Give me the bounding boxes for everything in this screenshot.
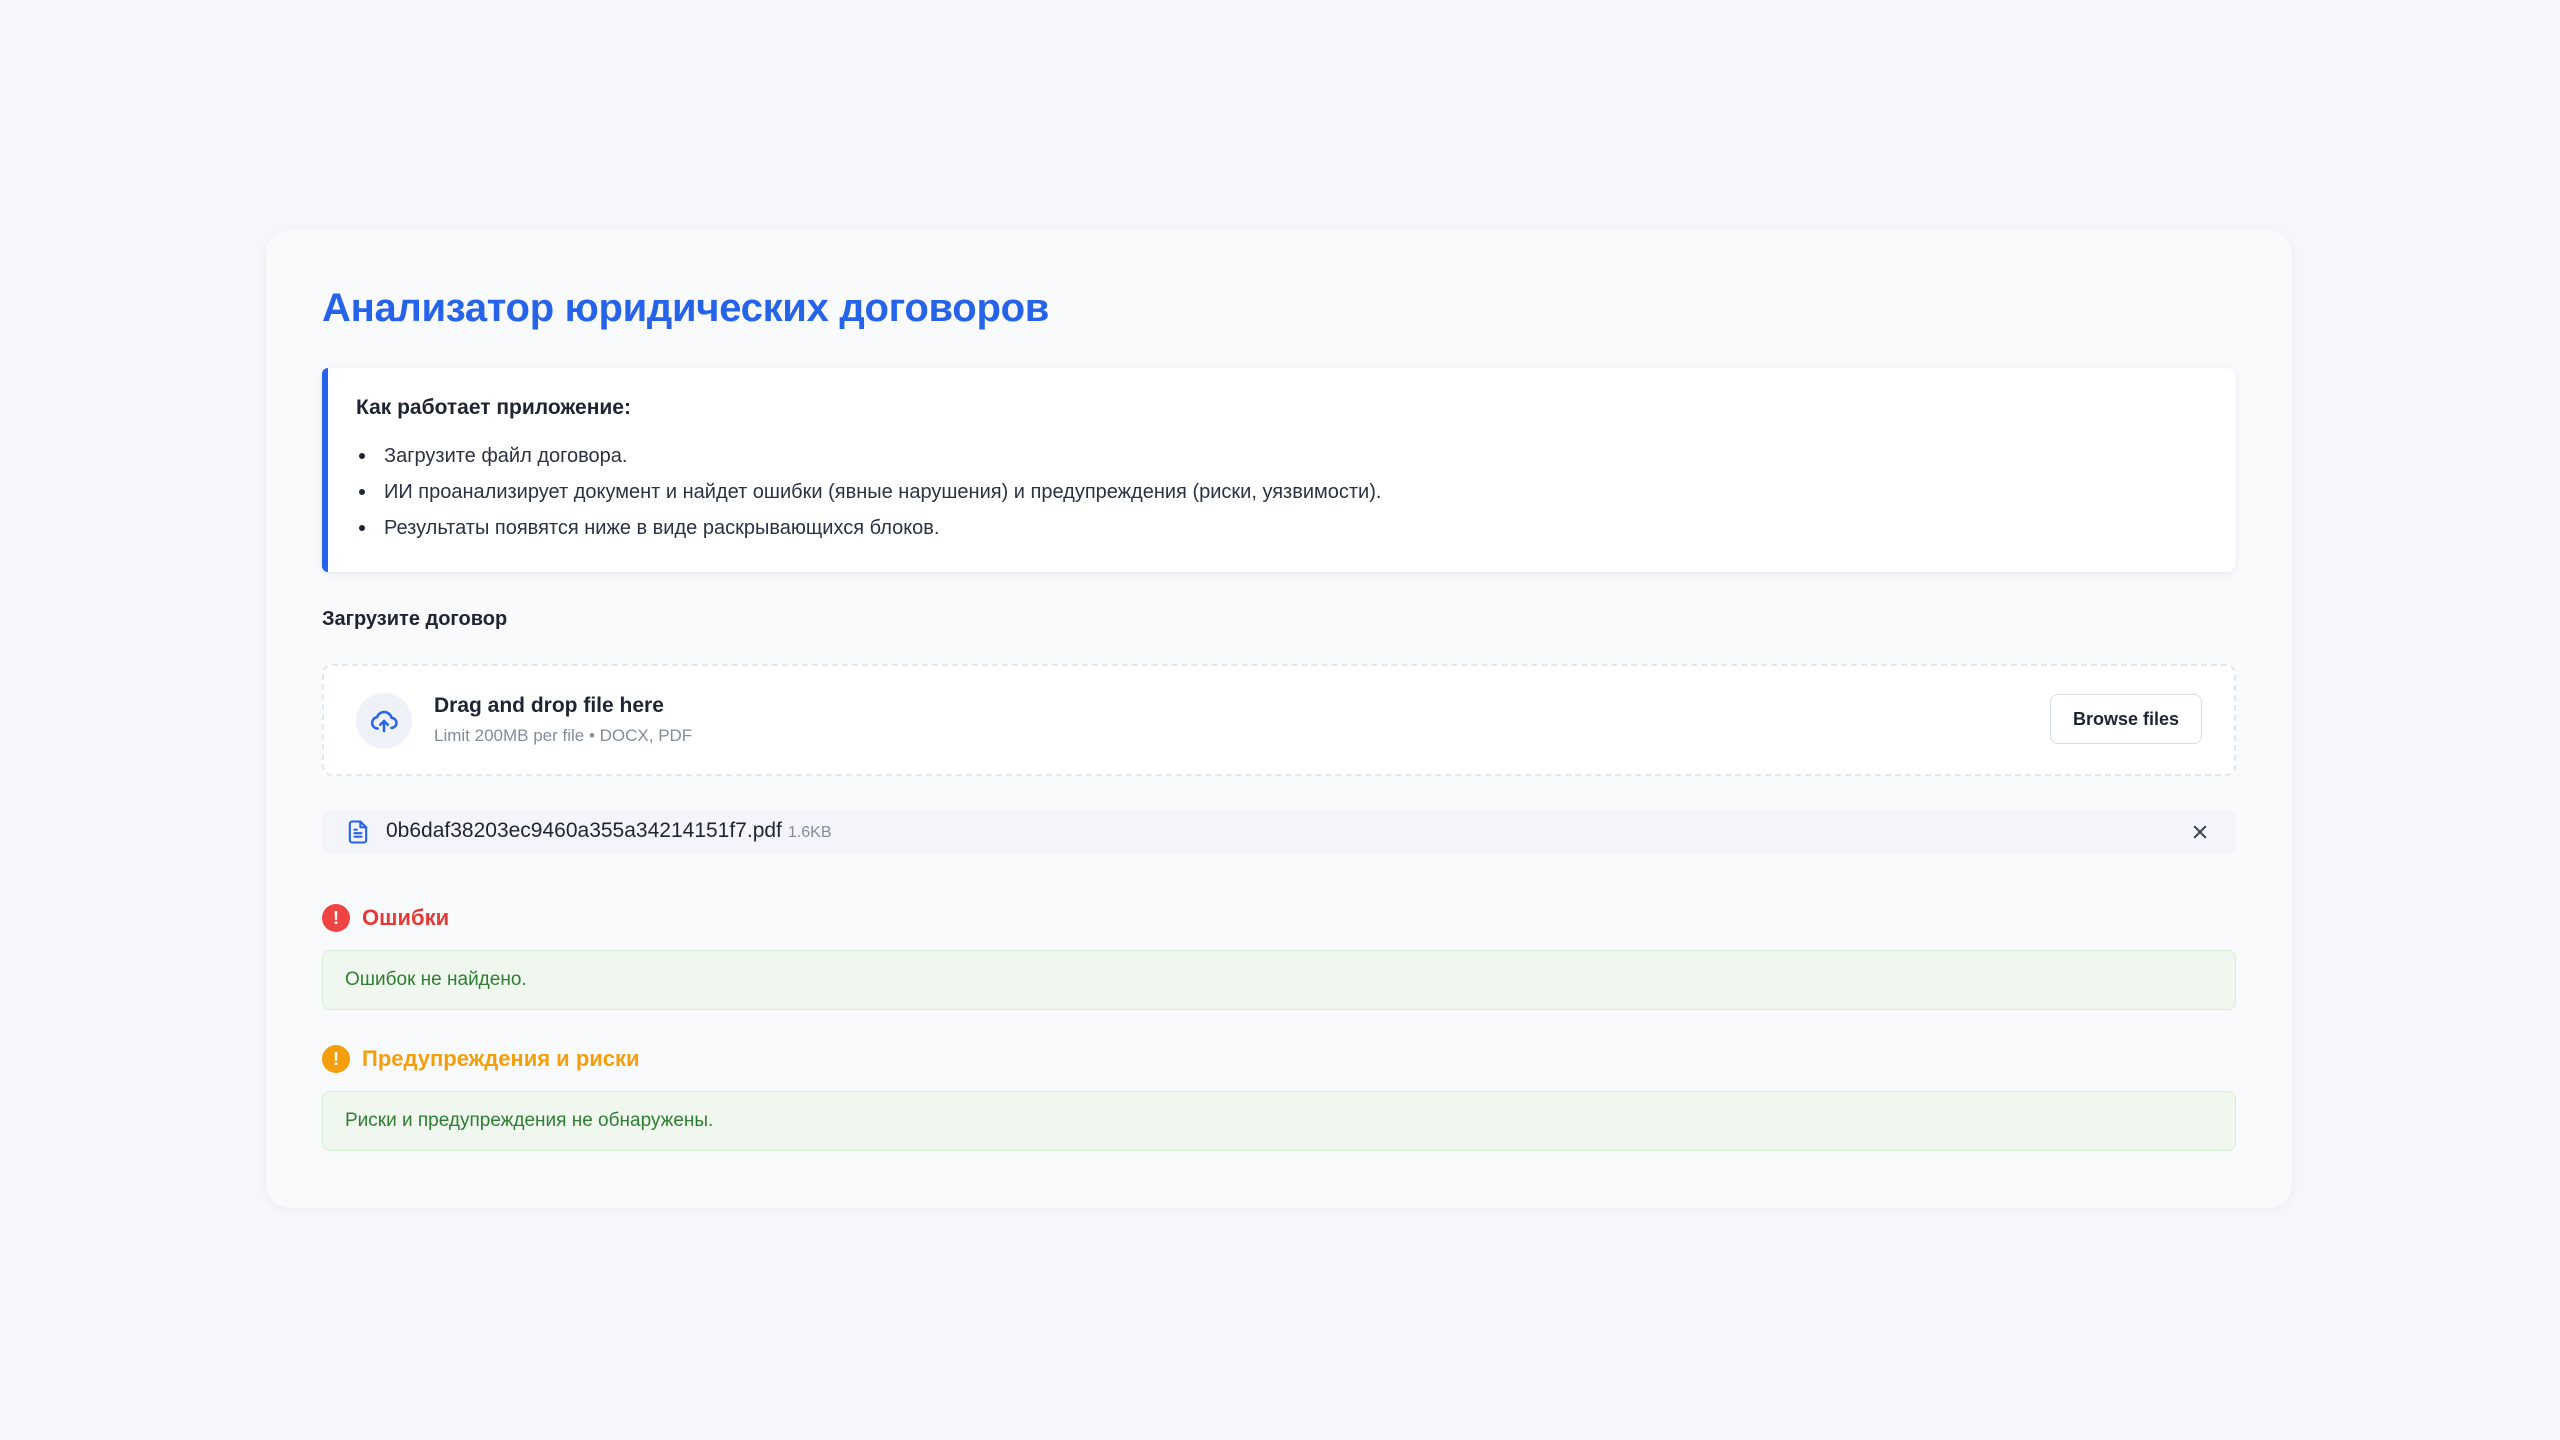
how-it-works-list: Загрузите файл договора. ИИ проанализиру… xyxy=(356,438,2236,546)
dropzone-title: Drag and drop file here xyxy=(434,694,664,717)
how-it-works-heading: Как работает приложение: xyxy=(356,396,631,419)
page-title: Анализатор юридических договоров xyxy=(322,286,1050,330)
upload-label: Загрузите договор xyxy=(322,608,508,630)
warnings-section-header: ! Предупреждения и риски xyxy=(322,1045,640,1073)
main-card: Анализатор юридических договоров Как раб… xyxy=(266,230,2292,1208)
remove-file-button[interactable] xyxy=(2186,818,2214,846)
app-page: Анализатор юридических договоров Как раб… xyxy=(0,0,2560,1440)
uploaded-file-name: 0b6daf38203ec9460a355a34214151f7.pdf 1.6K… xyxy=(386,819,832,843)
close-icon xyxy=(2193,825,2207,839)
file-dropzone[interactable]: Drag and drop file here Limit 200MB per … xyxy=(322,664,2236,776)
error-alert-icon: ! xyxy=(322,904,350,932)
document-icon xyxy=(344,818,372,846)
errors-section-header: ! Ошибки xyxy=(322,904,449,932)
file-size: 1.6KB xyxy=(787,824,832,841)
how-it-works-item: Результаты появятся ниже в виде раскрыва… xyxy=(356,510,2236,546)
browse-files-button[interactable]: Browse files xyxy=(2049,694,2202,744)
how-it-works-item: Загрузите файл договора. xyxy=(356,438,2236,474)
how-it-works-item: ИИ проанализирует документ и найдет ошиб… xyxy=(356,474,2236,510)
how-it-works-panel: Как работает приложение: Загрузите файл … xyxy=(322,368,2236,572)
dropzone-hint: Limit 200MB per file • DOCX, PDF xyxy=(434,726,693,745)
file-name-text: 0b6daf38203ec9460a355a34214151f7.pdf xyxy=(386,819,782,842)
warning-alert-icon: ! xyxy=(322,1045,350,1073)
errors-result-box: Ошибок не найдено. xyxy=(322,950,2236,1010)
cloud-upload-icon xyxy=(356,693,412,749)
uploaded-file-item: 0b6daf38203ec9460a355a34214151f7.pdf 1.6K… xyxy=(322,810,2236,854)
warnings-result-box: Риски и предупреждения не обнаружены. xyxy=(322,1091,2236,1151)
warnings-title: Предупреждения и риски xyxy=(362,1046,640,1071)
errors-title: Ошибки xyxy=(362,905,450,930)
